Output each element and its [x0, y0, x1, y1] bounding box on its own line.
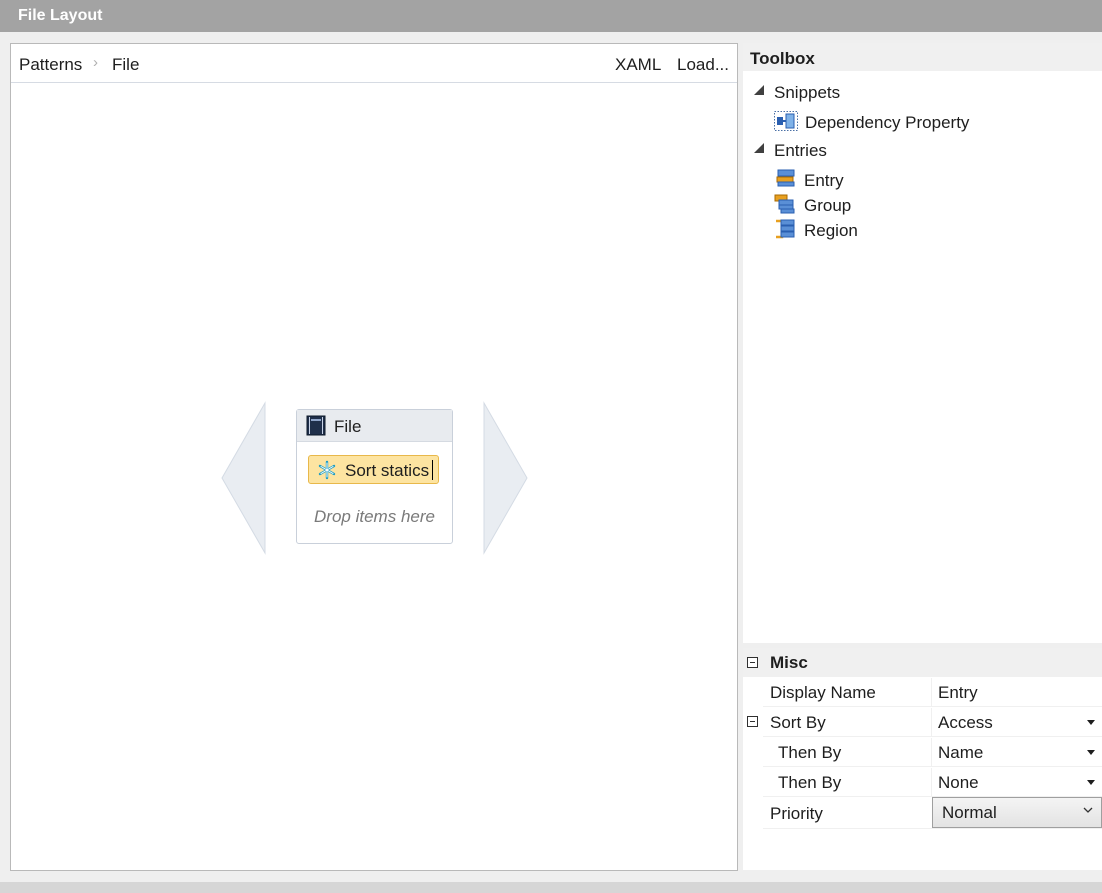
toolbox-item-group[interactable]: Group	[804, 196, 851, 216]
dropdown-arrow-icon[interactable]	[1087, 780, 1095, 785]
collapse-icon[interactable]	[747, 657, 758, 668]
property-value: Normal	[942, 803, 997, 822]
toolbox-group-entries[interactable]: Entries	[774, 141, 827, 161]
property-grid: Misc Display Name Entry Sort By Access T…	[743, 648, 1102, 870]
property-name: Then By	[778, 773, 842, 792]
toolbox-header: Toolbox	[743, 43, 1102, 71]
file-node-title: File	[334, 417, 362, 436]
file-icon	[306, 415, 326, 436]
property-value[interactable]: Entry	[938, 683, 978, 703]
dropdown-arrow-icon[interactable]	[1087, 720, 1095, 725]
expand-entries-icon[interactable]	[754, 143, 764, 153]
priority-combobox[interactable]: Normal	[932, 797, 1102, 828]
category-misc[interactable]: Misc	[743, 648, 1102, 677]
property-name: Then By	[778, 743, 842, 762]
breadcrumb-chevron-icon: ›	[93, 54, 98, 71]
property-then-by-2[interactable]: Then By None	[763, 768, 1102, 797]
xaml-link[interactable]: XAML	[615, 55, 661, 75]
property-value: Name	[938, 743, 984, 762]
dropdown-arrow-icon[interactable]	[1087, 750, 1095, 755]
property-display-name[interactable]: Display Name Entry	[763, 678, 1102, 707]
load-link[interactable]: Load...	[677, 55, 729, 75]
window-title: File Layout	[18, 7, 103, 24]
file-node[interactable]: File Sort statics Drop items here	[296, 409, 453, 544]
expand-snippets-icon[interactable]	[754, 85, 764, 95]
previous-arrow-icon[interactable]	[220, 401, 268, 555]
entry-chip[interactable]: Sort statics	[308, 455, 439, 484]
toolbox-group-snippets[interactable]: Snippets	[774, 83, 840, 103]
sort-by-dropdown[interactable]: Access	[931, 708, 1102, 736]
property-name: Display Name	[770, 683, 876, 702]
property-value: None	[938, 773, 979, 792]
then-by-dropdown-1[interactable]: Name	[931, 738, 1102, 766]
toolbox-item-region[interactable]: Region	[804, 221, 858, 241]
chevron-down-icon[interactable]	[1083, 805, 1093, 815]
property-sort-by[interactable]: Sort By Access	[763, 708, 1102, 737]
snowflake-icon	[318, 460, 336, 480]
property-then-by-1[interactable]: Then By Name	[763, 738, 1102, 767]
group-icon	[774, 194, 795, 214]
dependency-property-icon	[774, 111, 798, 131]
breadcrumb-item-file[interactable]: File	[112, 55, 139, 75]
breadcrumb-item-patterns[interactable]: Patterns	[19, 55, 82, 75]
property-value: Access	[938, 713, 993, 732]
property-name: Priority	[770, 804, 823, 823]
designer-canvas[interactable]: Patterns › File XAML Load... File Sort s…	[10, 43, 738, 871]
bottom-scroll-strip	[0, 882, 1102, 893]
drop-hint: Drop items here	[314, 507, 435, 526]
display-name-field[interactable]: Entry	[931, 678, 1102, 706]
breadcrumb-bar: Patterns › File XAML Load...	[11, 44, 737, 83]
toolbox-title: Toolbox	[750, 49, 815, 68]
then-by-dropdown-2[interactable]: None	[931, 768, 1102, 796]
region-icon	[776, 219, 795, 239]
text-caret	[432, 460, 433, 480]
property-priority[interactable]: Priority Normal	[763, 797, 1102, 829]
toolbox-panel: Toolbox Snippets Dependency Property Ent…	[743, 43, 1102, 643]
entry-icon	[776, 169, 795, 187]
toolbox-item-entry[interactable]: Entry	[804, 171, 844, 191]
toolbox-item-dependency-property[interactable]: Dependency Property	[805, 113, 969, 133]
entry-name-input[interactable]: Sort statics	[345, 461, 429, 481]
collapse-sort-by-icon[interactable]	[747, 716, 758, 727]
file-node-header: File	[297, 410, 452, 442]
category-label: Misc	[770, 653, 808, 672]
property-name: Sort By	[770, 713, 826, 732]
title-bar: File Layout	[0, 0, 1102, 32]
next-arrow-icon[interactable]	[482, 401, 530, 555]
